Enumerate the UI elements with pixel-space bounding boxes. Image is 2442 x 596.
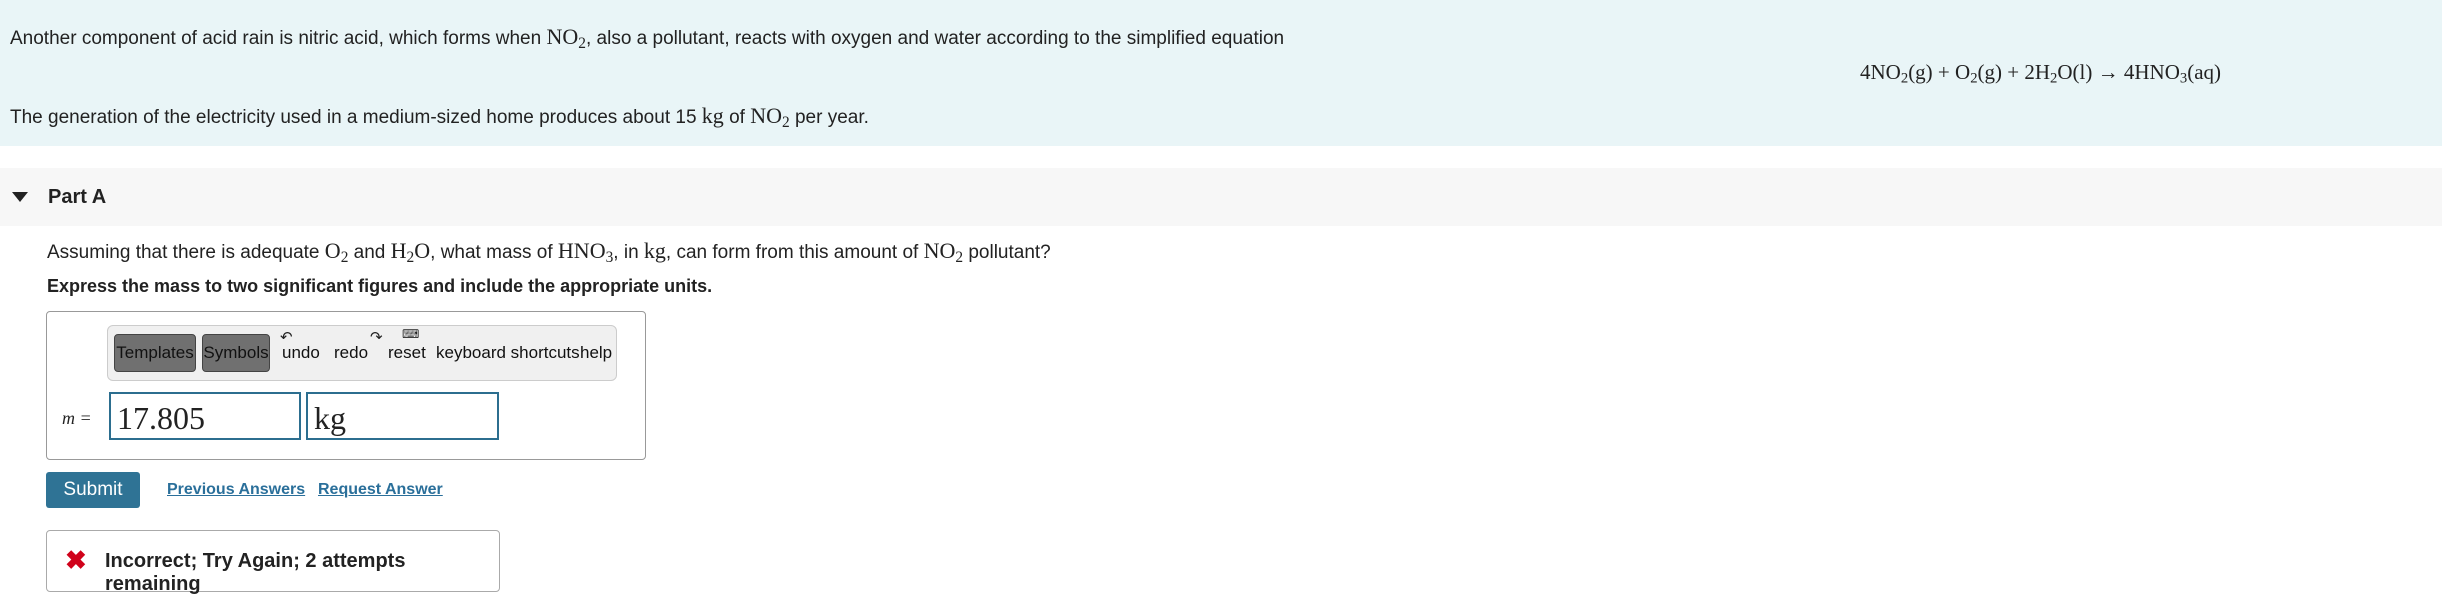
redo-button[interactable]: redo (334, 343, 368, 363)
part-title: Part A (48, 186, 107, 208)
reset-button[interactable]: reset (388, 343, 426, 363)
error-x-icon: ✖ (65, 545, 87, 575)
intro-text-line3: The generation of the electricity used i… (10, 103, 869, 131)
intro-text-line1: Another component of acid rain is nitric… (10, 24, 1284, 53)
submit-button[interactable]: Submit (46, 472, 140, 508)
undo-button[interactable]: undo (282, 343, 320, 363)
templates-button[interactable]: Templates (114, 334, 196, 372)
formula-no2: NO2 (750, 103, 790, 131)
unit-kg: kg (701, 103, 724, 128)
answer-units-input[interactable]: kg (306, 392, 499, 440)
intro-text: Another component of acid rain is nitric… (10, 28, 547, 49)
intro-text: , also a pollutant, reacts with oxygen a… (585, 28, 1285, 49)
problem-intro: Another component of acid rain is nitric… (0, 0, 2442, 146)
symbols-button[interactable]: Symbols (202, 334, 270, 372)
variable-label: m = (62, 408, 92, 428)
part-a-header[interactable]: Part A (0, 168, 2442, 226)
formula-no2: NO2 (546, 24, 586, 52)
question-text: Assuming that there is adequate O2 and H… (47, 238, 1051, 266)
request-answer-link[interactable]: Request Answer (318, 481, 443, 499)
math-toolbar: Templates Symbols ↶ undo ↷ redo reset ⌨ … (107, 325, 617, 381)
answer-value-input[interactable]: 17.805 (109, 392, 301, 440)
feedback-box: ✖ Incorrect; Try Again; 2 attempts remai… (46, 530, 500, 595)
keyboard-shortcuts-button[interactable]: keyboard shortcuts (436, 343, 580, 363)
previous-answers-link[interactable]: Previous Answers (167, 481, 305, 499)
answer-box: Templates Symbols ↶ undo ↷ redo reset ⌨ … (46, 311, 646, 460)
instruction-text: Express the mass to two significant figu… (47, 276, 713, 296)
redo-icon[interactable]: ↷ (370, 328, 383, 346)
keyboard-icon[interactable]: ⌨ (402, 327, 419, 341)
help-button[interactable]: help (580, 343, 612, 363)
chemical-equation: 4NO2(g) + O2(g) + 2H2O(l) → 4HNO3(aq) (1860, 60, 2222, 87)
collapse-triangle-icon[interactable] (12, 192, 28, 202)
feedback-message: Incorrect; Try Again; 2 attempts remaini… (105, 550, 406, 595)
